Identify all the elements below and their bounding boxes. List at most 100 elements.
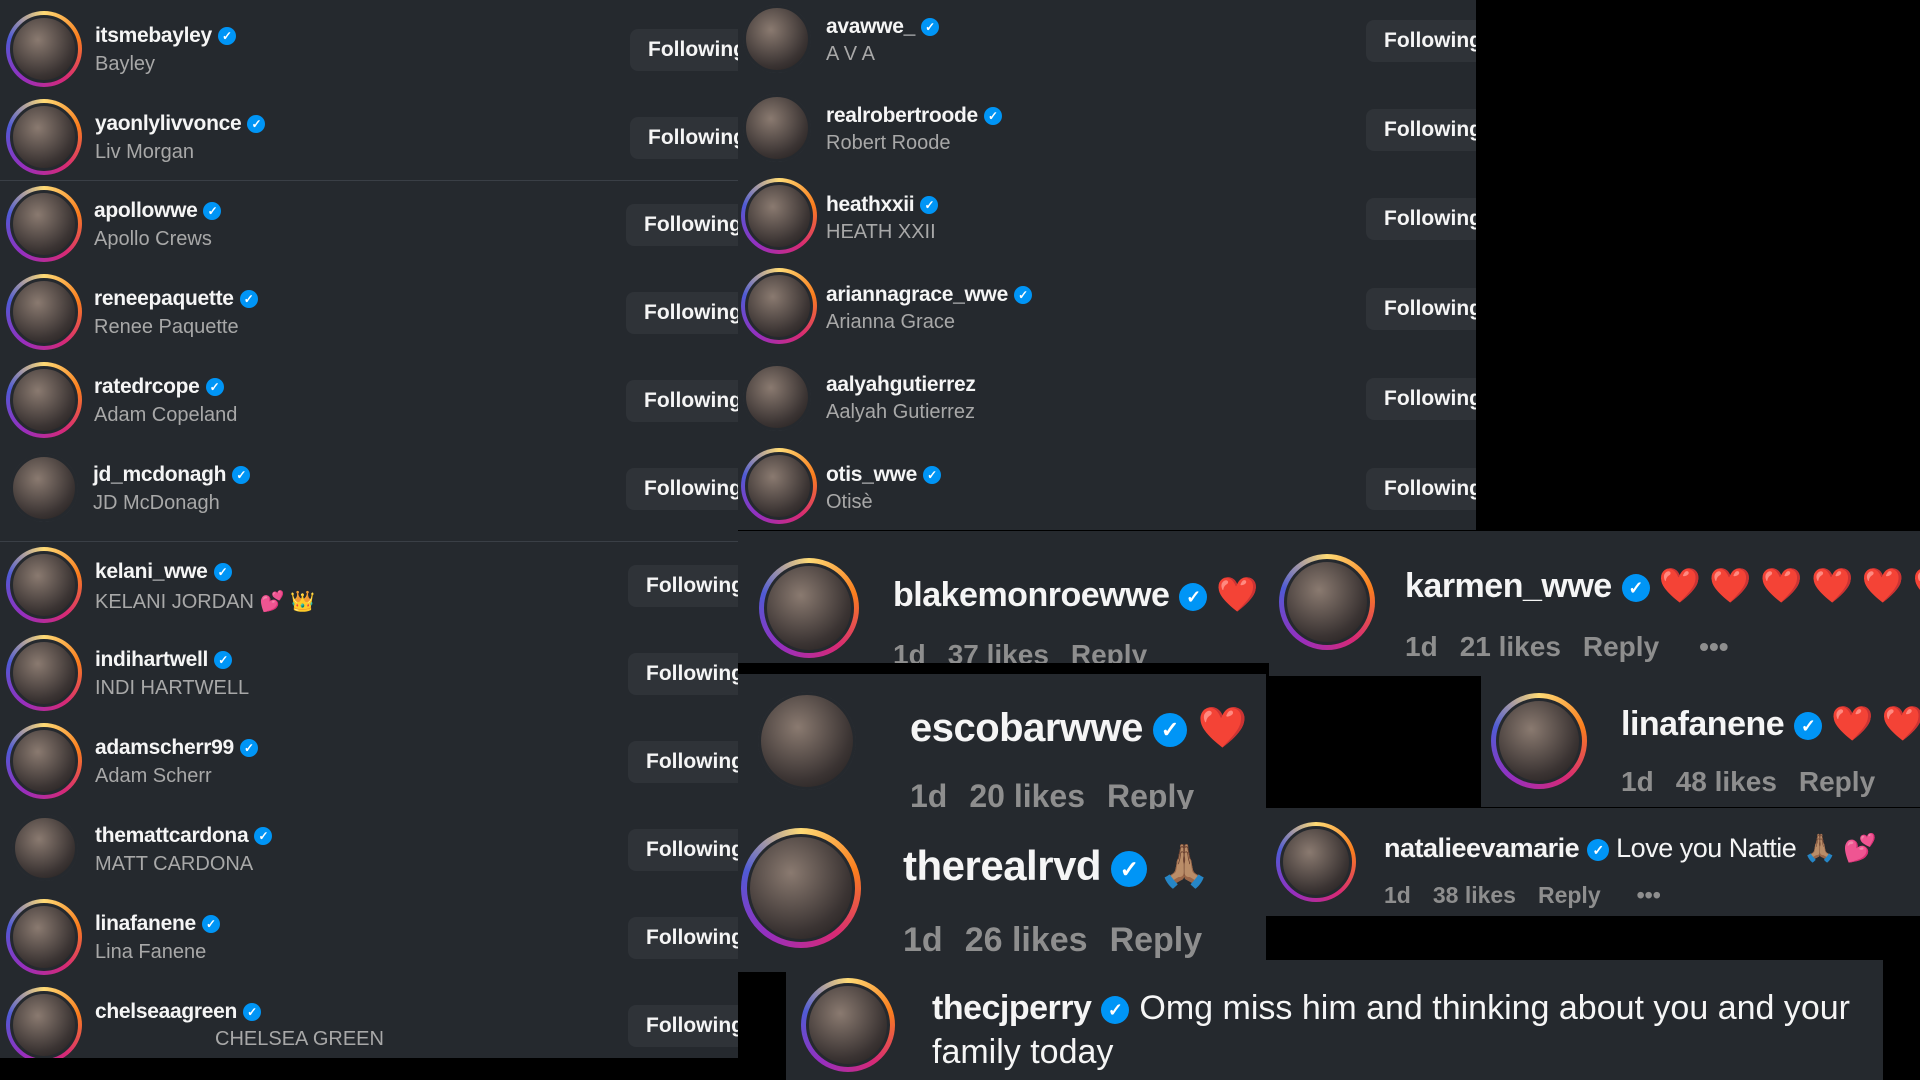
verified-badge-icon: ✓ <box>983 107 1002 126</box>
reply-button[interactable]: Reply <box>1799 766 1875 797</box>
username[interactable]: ariannagrace_wwe <box>826 283 1008 306</box>
following-button[interactable]: Following <box>1366 20 1476 62</box>
avatar[interactable] <box>801 978 895 1072</box>
avatar[interactable] <box>6 186 82 262</box>
avatar[interactable] <box>6 99 82 175</box>
following-button[interactable]: Following <box>626 468 738 510</box>
username[interactable]: linafanene <box>95 912 196 935</box>
list-divider <box>0 180 738 181</box>
more-options-icon[interactable]: ••• <box>1699 631 1728 662</box>
display-name: Arianna Grace <box>826 311 955 333</box>
username[interactable]: yaonlylivvonce <box>95 112 242 135</box>
username[interactable]: chelseaagreen <box>95 1000 237 1023</box>
reply-button[interactable]: Reply <box>1583 631 1659 662</box>
display-name: HEATH XXII <box>826 221 936 243</box>
verified-badge-icon: ✓ <box>239 290 258 309</box>
avatar[interactable] <box>6 635 82 711</box>
comment-username[interactable]: karmen_wwe <box>1405 567 1612 605</box>
following-button[interactable]: Following <box>626 292 738 334</box>
avatar[interactable] <box>6 899 82 975</box>
following-button[interactable]: Following <box>630 117 738 159</box>
avatar[interactable] <box>6 362 82 438</box>
avatar[interactable] <box>1491 693 1587 789</box>
following-button[interactable]: Following <box>1366 468 1476 510</box>
following-list-left: itsmebayley ✓ Bayley Following yaonlylivv… <box>0 0 738 1058</box>
reply-button[interactable]: Reply <box>1071 639 1147 663</box>
following-button[interactable]: Following <box>626 204 738 246</box>
avatar[interactable] <box>743 363 811 431</box>
username[interactable]: avawwe_ <box>826 15 915 38</box>
verified-badge-icon: ✓ <box>247 115 266 134</box>
more-options-icon[interactable]: ••• <box>1637 882 1661 908</box>
following-button[interactable]: Following <box>1366 378 1476 420</box>
following-button[interactable]: Following <box>628 1005 738 1047</box>
avatar[interactable] <box>741 828 861 948</box>
following-button[interactable]: Following <box>1366 109 1476 151</box>
username[interactable]: otis_wwe <box>826 463 917 486</box>
display-name: Apollo Crews <box>94 228 212 250</box>
verified-badge-icon: ✓ <box>201 915 220 934</box>
comment: escobarwwe ✓ ❤️ 1d 20 likes Reply <box>738 674 1266 809</box>
comment-username[interactable]: blakemonroewwe <box>893 576 1170 614</box>
username[interactable]: reneepaquette <box>94 287 234 310</box>
username[interactable]: ratedrcope <box>94 375 200 398</box>
username[interactable]: adamscherr99 <box>95 736 234 759</box>
username[interactable]: itsmebayley <box>95 24 212 47</box>
username[interactable]: heathxxii <box>826 193 915 216</box>
following-button[interactable]: Following <box>630 29 738 71</box>
following-button[interactable]: Following <box>1366 288 1476 330</box>
username[interactable]: jd_mcdonagh <box>93 463 227 486</box>
avatar[interactable] <box>743 5 811 73</box>
avatar[interactable] <box>10 454 78 522</box>
following-button[interactable]: Following <box>628 565 738 607</box>
avatar[interactable] <box>6 547 82 623</box>
verified-badge-icon: ✓ <box>1111 850 1148 887</box>
avatar[interactable] <box>741 448 817 524</box>
username[interactable]: themattcardona <box>95 824 249 847</box>
avatar[interactable] <box>6 11 82 87</box>
username[interactable]: aalyahgutierrez <box>826 373 976 396</box>
reply-button[interactable]: Reply <box>1538 882 1601 908</box>
following-button[interactable]: Following <box>628 917 738 959</box>
comment-username[interactable]: thecjperry <box>932 989 1092 1027</box>
comment: natalieevamarie ✓ Love you Nattie 🙏🏽 💕 1d… <box>1266 808 1920 916</box>
username[interactable]: indihartwell <box>95 648 208 671</box>
avatar[interactable] <box>758 692 856 790</box>
verified-badge-icon: ✓ <box>1621 574 1650 603</box>
following-button[interactable]: Following <box>628 829 738 871</box>
avatar[interactable] <box>6 987 82 1058</box>
comment-username[interactable]: natalieevamarie <box>1384 833 1580 863</box>
display-name: Aalyah Gutierrez <box>826 401 975 423</box>
reply-button[interactable]: Reply <box>1110 921 1203 959</box>
verified-badge-icon: ✓ <box>1013 286 1032 305</box>
avatar[interactable] <box>743 94 811 162</box>
comment-username[interactable]: linafanene <box>1621 705 1785 743</box>
avatar[interactable] <box>741 268 817 344</box>
avatar[interactable] <box>6 723 82 799</box>
avatar[interactable] <box>741 178 817 254</box>
avatar[interactable] <box>1279 554 1375 650</box>
comment-username[interactable]: escobarwwe <box>910 706 1143 750</box>
avatar[interactable] <box>6 274 82 350</box>
avatar[interactable] <box>12 815 78 881</box>
username[interactable]: kelani_wwe <box>95 560 208 583</box>
display-name: Otisè <box>826 491 873 513</box>
like-count[interactable]: 38 likes <box>1433 882 1516 908</box>
like-count[interactable]: 21 likes <box>1460 631 1561 662</box>
reply-button[interactable]: Reply <box>1107 778 1194 809</box>
following-button[interactable]: Following <box>626 380 738 422</box>
like-count[interactable]: 26 likes <box>965 921 1088 959</box>
avatar[interactable] <box>759 558 859 658</box>
following-button[interactable]: Following <box>628 653 738 695</box>
verified-badge-icon: ✓ <box>922 466 941 485</box>
username[interactable]: realrobertroode <box>826 104 978 127</box>
following-button[interactable]: Following <box>1366 198 1476 240</box>
like-count[interactable]: 48 likes <box>1676 766 1777 797</box>
avatar[interactable] <box>1276 822 1356 902</box>
comment-username[interactable]: therealrvd <box>903 842 1102 889</box>
following-button[interactable]: Following <box>628 741 738 783</box>
like-count[interactable]: 20 likes <box>969 778 1085 809</box>
username[interactable]: apollowwe <box>94 199 198 222</box>
display-name: Robert Roode <box>826 132 951 154</box>
like-count[interactable]: 37 likes <box>948 639 1049 663</box>
